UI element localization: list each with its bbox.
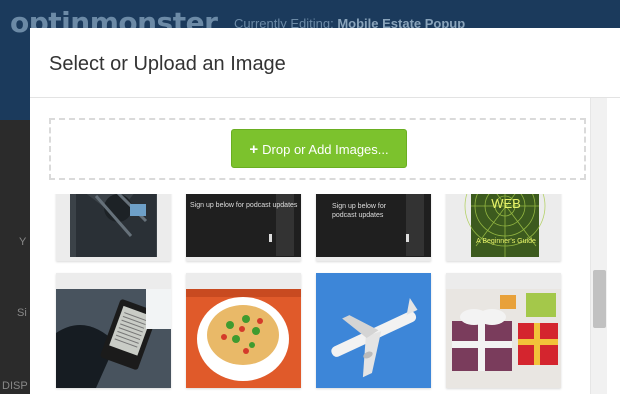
scrollbar-thumb[interactable] bbox=[593, 270, 606, 328]
sidebar-label: Y bbox=[19, 236, 27, 248]
image-grid: Sign up below for podcast updates Sign u… bbox=[30, 194, 590, 394]
image-modal: Select or Upload an Image + Drop or Add I… bbox=[30, 28, 620, 394]
sidebar-label: DISP bbox=[2, 380, 28, 392]
plus-icon: + bbox=[249, 141, 259, 158]
modal-scrollbar[interactable] bbox=[590, 98, 607, 394]
ebook-title: WEB bbox=[491, 196, 521, 211]
modal-title: Select or Upload an Image bbox=[49, 53, 286, 75]
image-thumbnail[interactable] bbox=[186, 273, 301, 388]
modal-edge bbox=[607, 98, 620, 394]
thumbnail-caption: Sign up below for podcast updates bbox=[190, 202, 298, 209]
sidebar-label: Si bbox=[17, 307, 27, 319]
image-thumbnail[interactable]: Sign up below for podcast updates bbox=[186, 194, 301, 261]
app-sidebar bbox=[0, 120, 30, 394]
add-images-button[interactable]: + Drop or Add Images... bbox=[231, 129, 407, 168]
thumbnail-caption: Sign up below for podcast updates bbox=[332, 203, 387, 219]
image-thumbnail[interactable]: Sign up below for podcast updates bbox=[316, 194, 431, 261]
image-thumbnail[interactable]: WEB A Beginner's Guide bbox=[446, 194, 561, 261]
image-thumbnail[interactable] bbox=[446, 273, 561, 388]
gift-boxes-image bbox=[446, 289, 561, 388]
noodle-bowl-image bbox=[186, 289, 301, 388]
airplane-sky-image bbox=[316, 273, 431, 388]
ebook-subtitle: A Beginner's Guide bbox=[476, 238, 536, 245]
image-thumbnail[interactable] bbox=[56, 194, 171, 261]
add-images-label: Drop or Add Images... bbox=[262, 142, 389, 157]
image-dropzone[interactable]: + Drop or Add Images... bbox=[49, 118, 586, 180]
image-thumbnail[interactable] bbox=[56, 273, 171, 388]
ereader-hand-image bbox=[56, 289, 171, 388]
modal-header: Select or Upload an Image bbox=[30, 28, 620, 98]
image-thumbnail[interactable] bbox=[316, 273, 431, 388]
dark-abstract-image bbox=[70, 194, 157, 257]
